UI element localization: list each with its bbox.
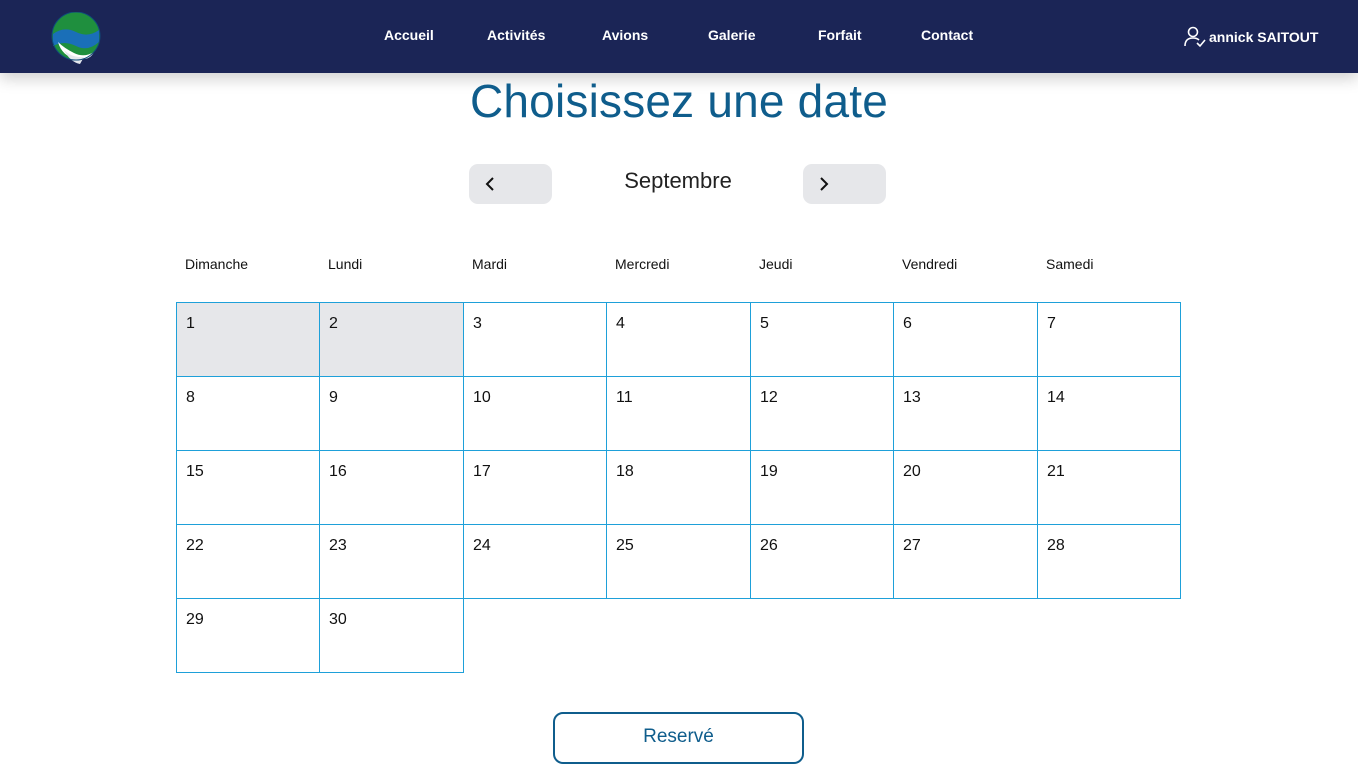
weekday-vendredi: Vendredi xyxy=(902,256,958,272)
day-number: 1 xyxy=(186,315,195,332)
prev-month-button[interactable] xyxy=(469,164,552,204)
day-number: 2 xyxy=(329,315,338,332)
day-number: 16 xyxy=(329,463,347,480)
day-number: 8 xyxy=(186,389,195,406)
calendar-day-12[interactable]: 12 xyxy=(750,376,894,451)
day-number: 30 xyxy=(329,611,347,628)
calendar-day-26[interactable]: 26 xyxy=(750,524,894,599)
day-number: 13 xyxy=(903,389,921,406)
user-check-icon xyxy=(1184,26,1206,48)
calendar-day-14[interactable]: 14 xyxy=(1037,376,1181,451)
calendar-day-9[interactable]: 9 xyxy=(319,376,464,451)
calendar-day-17[interactable]: 17 xyxy=(463,450,607,525)
calendar-day-22[interactable]: 22 xyxy=(176,524,320,599)
calendar-day-25[interactable]: 25 xyxy=(606,524,751,599)
day-number: 15 xyxy=(186,463,204,480)
day-number: 7 xyxy=(1047,315,1056,332)
day-number: 4 xyxy=(616,315,625,332)
calendar-day-3[interactable]: 3 xyxy=(463,302,607,377)
calendar-day-29[interactable]: 29 xyxy=(176,598,320,673)
day-number: 11 xyxy=(616,389,633,406)
user-menu[interactable]: annick SAITOUT xyxy=(1183,26,1318,48)
calendar-day-28[interactable]: 28 xyxy=(1037,524,1181,599)
day-number: 21 xyxy=(1047,463,1065,480)
calendar-day-20[interactable]: 20 xyxy=(893,450,1038,525)
day-number: 3 xyxy=(473,315,482,332)
reserve-button[interactable]: Reservé xyxy=(553,712,804,764)
day-number: 12 xyxy=(760,389,778,406)
day-number: 23 xyxy=(329,537,347,554)
day-number: 6 xyxy=(903,315,912,332)
calendar-day-2[interactable]: 2 xyxy=(319,302,464,377)
navbar: Accueil Activités Avions Galerie Forfait… xyxy=(0,0,1358,73)
calendar-day-10[interactable]: 10 xyxy=(463,376,607,451)
calendar-day-21[interactable]: 21 xyxy=(1037,450,1181,525)
nav-forfait[interactable]: Forfait xyxy=(818,27,862,43)
calendar-day-11[interactable]: 11 xyxy=(606,376,751,451)
month-label: Septembre xyxy=(624,168,732,193)
day-number: 26 xyxy=(760,537,778,554)
weekday-mercredi: Mercredi xyxy=(615,256,670,272)
weekday-dimanche: Dimanche xyxy=(185,256,249,272)
day-number: 14 xyxy=(1047,389,1065,406)
nav-accueil[interactable]: Accueil xyxy=(384,27,434,43)
weekday-samedi: Samedi xyxy=(1046,256,1094,272)
calendar-day-7[interactable]: 7 xyxy=(1037,302,1181,377)
calendar-day-1[interactable]: 1 xyxy=(176,302,320,377)
calendar-day-6[interactable]: 6 xyxy=(893,302,1038,377)
day-number: 25 xyxy=(616,537,634,554)
day-number: 29 xyxy=(186,611,204,628)
chevron-right-icon xyxy=(820,177,829,191)
nav-activites[interactable]: Activités xyxy=(487,27,545,43)
calendar-day-24[interactable]: 24 xyxy=(463,524,607,599)
calendar-day-19[interactable]: 19 xyxy=(750,450,894,525)
day-number: 28 xyxy=(1047,537,1065,554)
chevron-left-icon xyxy=(485,177,494,191)
day-number: 18 xyxy=(616,463,634,480)
next-month-button[interactable] xyxy=(803,164,886,204)
day-number: 9 xyxy=(329,389,338,406)
day-number: 27 xyxy=(903,537,921,554)
weekday-lundi: Lundi xyxy=(328,256,363,272)
day-number: 20 xyxy=(903,463,921,480)
calendar-day-16[interactable]: 16 xyxy=(319,450,464,525)
user-name: annick SAITOUT xyxy=(1209,29,1319,45)
calendar-day-13[interactable]: 13 xyxy=(893,376,1038,451)
calendar-day-23[interactable]: 23 xyxy=(319,524,464,599)
day-number: 10 xyxy=(473,389,491,406)
calendar-day-4[interactable]: 4 xyxy=(606,302,751,377)
calendar-day-8[interactable]: 8 xyxy=(176,376,320,451)
calendar-day-5[interactable]: 5 xyxy=(750,302,894,377)
day-number: 24 xyxy=(473,537,491,554)
weekday-jeudi: Jeudi xyxy=(759,256,793,272)
nav-avions[interactable]: Avions xyxy=(602,27,648,43)
day-number: 19 xyxy=(760,463,778,480)
calendar-day-27[interactable]: 27 xyxy=(893,524,1038,599)
day-number: 22 xyxy=(186,537,204,554)
nav-contact[interactable]: Contact xyxy=(921,27,973,43)
day-number: 5 xyxy=(760,315,769,332)
calendar-day-30[interactable]: 30 xyxy=(319,598,464,673)
calendar-day-18[interactable]: 18 xyxy=(606,450,751,525)
nav-galerie[interactable]: Galerie xyxy=(708,27,755,43)
day-number: 17 xyxy=(473,463,491,480)
calendar-day-15[interactable]: 15 xyxy=(176,450,320,525)
weekday-mardi: Mardi xyxy=(472,256,508,272)
logo-icon[interactable] xyxy=(50,11,102,68)
page-title: Choisissez une date xyxy=(469,75,889,127)
